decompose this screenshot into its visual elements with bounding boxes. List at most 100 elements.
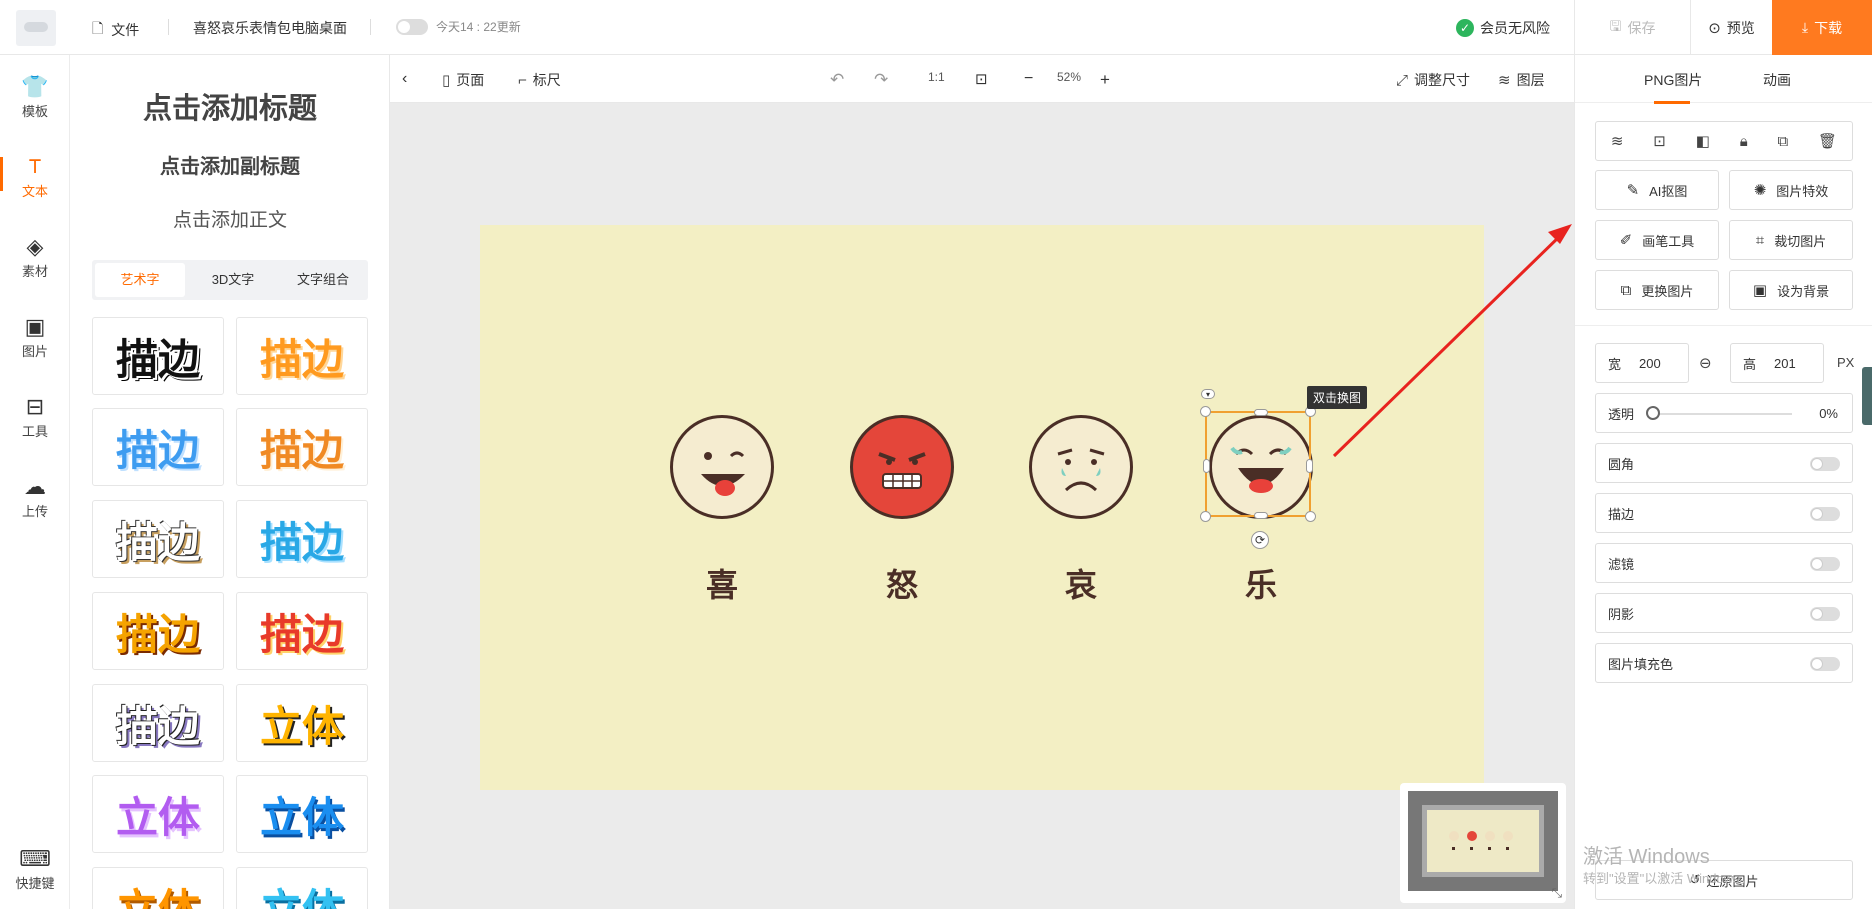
- ai-cutout-button[interactable]: ✎ AI抠图: [1595, 170, 1719, 210]
- text-style-tile[interactable]: 描边: [92, 408, 224, 486]
- resize-handle[interactable]: [1254, 512, 1268, 519]
- redo-button[interactable]: ↷: [874, 70, 888, 90]
- undo-button[interactable]: ↶: [830, 70, 844, 90]
- opacity-slider[interactable]: [1652, 413, 1792, 415]
- zoom-out-button[interactable]: −: [1024, 70, 1033, 88]
- resize-handle[interactable]: [1203, 459, 1210, 473]
- tshirt-icon: 👕: [21, 74, 49, 99]
- rail-item-shortcuts[interactable]: ⌨ 快捷键: [0, 845, 70, 892]
- label-sad[interactable]: 哀: [1065, 560, 1097, 606]
- add-body-button[interactable]: 点击添加正文: [70, 205, 389, 232]
- text-style-tile[interactable]: 描边: [236, 500, 368, 578]
- filter-toggle[interactable]: [1810, 557, 1840, 571]
- image-icon: ▣: [24, 314, 46, 339]
- resize-handle[interactable]: [1200, 511, 1211, 522]
- fit-screen-button[interactable]: ⊡: [975, 70, 988, 88]
- add-title-button[interactable]: 点击添加标题: [70, 85, 389, 127]
- shadow-toggle[interactable]: [1810, 607, 1840, 621]
- text-style-tile[interactable]: 描边: [236, 408, 368, 486]
- layer-order-icon[interactable]: ≋: [1611, 132, 1624, 150]
- crop-icon: ⌗: [1755, 231, 1765, 249]
- text-style-tile[interactable]: 描边: [236, 592, 368, 670]
- tab-3d-text[interactable]: 3D文字: [188, 260, 278, 300]
- artboard[interactable]: ⟳ ▾ 双击换图 喜 怒 哀 乐: [480, 225, 1484, 790]
- text-style-tile[interactable]: 立体: [236, 775, 368, 853]
- stroke-row: 描边: [1595, 493, 1853, 533]
- expand-minimap-icon[interactable]: ⤡: [1552, 885, 1562, 901]
- happy-face-sticker[interactable]: [670, 415, 774, 519]
- angry-face-sticker[interactable]: [850, 415, 954, 519]
- add-subtitle-button[interactable]: 点击添加副标题: [70, 150, 389, 179]
- rail-item-text[interactable]: ⊤ 文本: [0, 153, 70, 200]
- copy-icon[interactable]: ⧉: [1777, 133, 1788, 150]
- rail-item-upload[interactable]: ☁ 上传: [0, 473, 70, 520]
- side-widget-handle[interactable]: [1862, 367, 1872, 425]
- autosave-toggle[interactable]: [396, 18, 428, 35]
- save-button[interactable]: 🖫 保存: [1574, 0, 1690, 55]
- crop-image-button[interactable]: ⌗ 裁切图片: [1729, 220, 1853, 260]
- app-logo[interactable]: [16, 10, 56, 46]
- page-button[interactable]: ▯ 页面: [442, 70, 484, 90]
- width-field[interactable]: 宽 200: [1595, 343, 1689, 383]
- rail-item-tools[interactable]: ⊟ 工具: [0, 393, 70, 440]
- replace-image-button[interactable]: ⧉ 更换图片: [1595, 270, 1719, 310]
- resize-button[interactable]: ⤢ 调整尺寸: [1396, 70, 1470, 90]
- rail-item-elements[interactable]: ◈ 素材: [0, 233, 70, 280]
- rail-item-images[interactable]: ▣ 图片: [0, 313, 70, 360]
- collapse-panel-button[interactable]: ‹: [402, 70, 407, 88]
- doc-title[interactable]: 喜怒哀乐表情包电脑桌面: [193, 18, 347, 38]
- member-badge[interactable]: ✓ 会员无风险: [1456, 18, 1550, 38]
- link-ratio-icon[interactable]: ⊖: [1699, 354, 1712, 372]
- caret-down-icon[interactable]: ▾: [1201, 389, 1215, 399]
- minimap[interactable]: ⤡: [1400, 783, 1566, 903]
- tab-animation[interactable]: 动画: [1763, 70, 1791, 90]
- actual-size-button[interactable]: 1:1: [928, 70, 945, 84]
- sad-face-icon: [1057, 448, 1105, 492]
- label-joy[interactable]: 乐: [1245, 560, 1277, 606]
- fill-color-row: 图片填充色: [1595, 643, 1853, 683]
- stroke-toggle[interactable]: [1810, 507, 1840, 521]
- preview-button[interactable]: ⊙ 预览: [1690, 0, 1772, 55]
- sad-face-sticker[interactable]: [1029, 415, 1133, 519]
- text-style-tile[interactable]: 描边: [92, 317, 224, 395]
- text-style-tile[interactable]: 描边: [92, 592, 224, 670]
- rotate-icon[interactable]: ⟳: [1251, 531, 1269, 549]
- selection-box[interactable]: ⟳ ▾: [1200, 389, 1316, 549]
- zoom-level[interactable]: 52%: [1057, 70, 1081, 84]
- resize-handle[interactable]: [1306, 459, 1313, 473]
- ruler-button[interactable]: ⌐ 标尺: [518, 70, 561, 90]
- zoom-in-button[interactable]: +: [1100, 70, 1110, 90]
- layers-button[interactable]: ≋ 图层: [1498, 70, 1545, 90]
- lock-icon[interactable]: 🔒︎: [1740, 133, 1748, 150]
- download-button[interactable]: ⤓ 下载: [1772, 0, 1872, 55]
- file-menu[interactable]: 🗋 文件: [92, 18, 139, 42]
- text-style-tile[interactable]: 立体: [92, 775, 224, 853]
- text-style-tile[interactable]: 描边: [236, 317, 368, 395]
- resize-handle[interactable]: [1305, 511, 1316, 522]
- chevron-left-icon: ‹: [402, 70, 408, 87]
- rounded-corner-toggle[interactable]: [1810, 457, 1840, 471]
- resize-handle[interactable]: [1254, 409, 1268, 416]
- set-background-button[interactable]: ▣ 设为背景: [1729, 270, 1853, 310]
- resize-handle[interactable]: [1200, 406, 1211, 417]
- flip-icon[interactable]: ◧: [1696, 132, 1710, 150]
- tab-png-image[interactable]: PNG图片: [1644, 70, 1702, 104]
- text-style-tile[interactable]: 描边: [92, 684, 224, 762]
- top-bar: 🗋 文件 喜怒哀乐表情包电脑桌面 今天14 : 22更新 ✓ 会员无风险 🖫 保存 ⊙…: [0, 0, 1872, 55]
- text-style-tile[interactable]: 立体: [236, 867, 368, 909]
- text-style-tile[interactable]: 立体: [92, 867, 224, 909]
- tab-text-combo[interactable]: 文字组合: [278, 260, 368, 300]
- text-style-tile[interactable]: 描边: [92, 500, 224, 578]
- text-style-tile[interactable]: 立体: [236, 684, 368, 762]
- trash-icon[interactable]: 🗑︎: [1818, 132, 1837, 150]
- label-happy[interactable]: 喜: [706, 560, 738, 606]
- tab-art-text[interactable]: 艺术字: [95, 263, 185, 297]
- fill-color-toggle[interactable]: [1810, 657, 1840, 671]
- rail-item-template[interactable]: 👕 模板: [0, 73, 70, 120]
- height-field[interactable]: 高 201: [1730, 343, 1824, 383]
- image-effects-button[interactable]: ✺ 图片特效: [1729, 170, 1853, 210]
- opacity-slider-knob[interactable]: [1646, 406, 1660, 420]
- label-angry[interactable]: 怒: [886, 560, 918, 606]
- align-icon[interactable]: ⊡: [1653, 132, 1666, 150]
- brush-tool-button[interactable]: ✐ 画笔工具: [1595, 220, 1719, 260]
